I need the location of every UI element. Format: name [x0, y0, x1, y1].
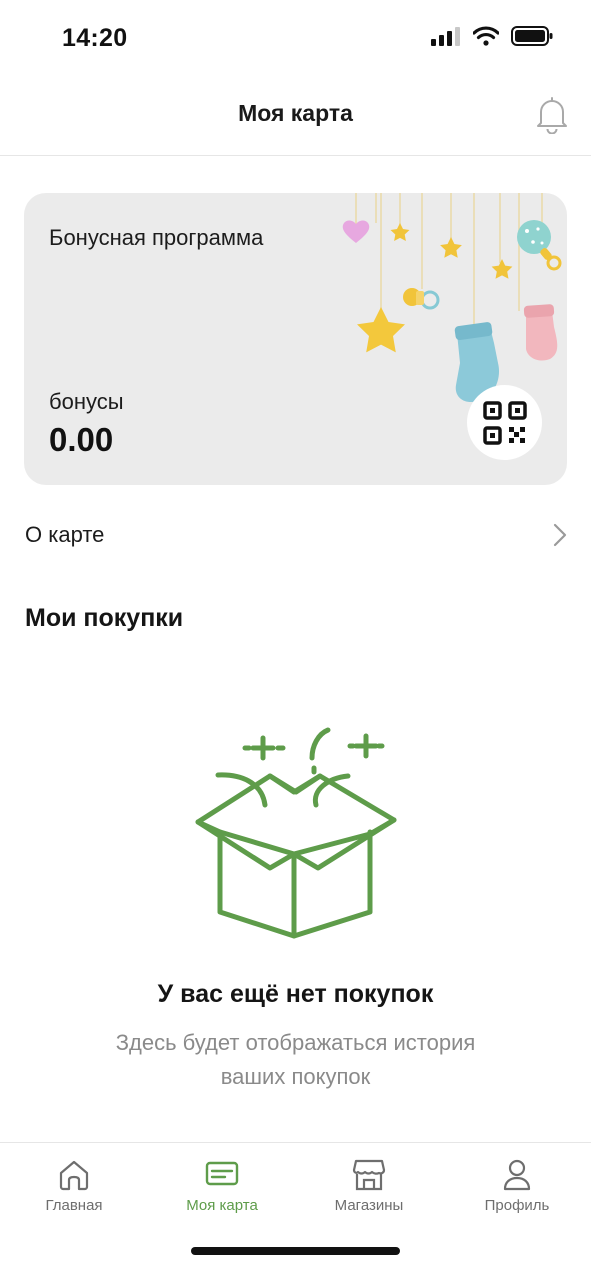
- profile-icon: [503, 1159, 531, 1191]
- bonus-card[interactable]: Бонусная программа бонусы 0.00: [24, 193, 567, 485]
- home-indicator: [191, 1247, 400, 1255]
- empty-state-title: У вас ещё нет покупок: [157, 980, 434, 1008]
- tab-stores-label: Магазины: [334, 1197, 404, 1214]
- open-box-icon: [195, 727, 397, 939]
- tab-home[interactable]: Главная: [9, 1157, 139, 1227]
- home-icon: [59, 1160, 89, 1191]
- tab-profile-label: Профиль: [484, 1197, 550, 1214]
- bell-icon[interactable]: [535, 96, 569, 134]
- qr-code-icon: [482, 400, 527, 445]
- tab-stores[interactable]: Магазины: [304, 1157, 434, 1227]
- battery-icon: [511, 26, 553, 46]
- chevron-right-icon: [553, 523, 567, 547]
- page-title: Моя карта: [238, 100, 353, 126]
- wifi-icon: [473, 26, 499, 46]
- card-icon: [205, 1161, 239, 1186]
- store-icon: [352, 1159, 386, 1191]
- status-bar: 14:20: [0, 0, 591, 78]
- signal-icon: [431, 27, 460, 46]
- about-card-label: О карте: [25, 522, 105, 547]
- tab-my-card-label: Моя карта: [186, 1197, 258, 1214]
- status-icons: [431, 26, 553, 46]
- tab-bar: Главная Моя карта Магазины Профиль: [0, 1142, 591, 1280]
- status-time: 14:20: [62, 24, 128, 52]
- empty-state-subtitle: Здесь будет отображаться история ваших п…: [115, 1030, 476, 1089]
- about-card-row[interactable]: О карте: [0, 506, 591, 562]
- tab-home-label: Главная: [45, 1197, 103, 1214]
- card-title: Бонусная программа: [49, 225, 264, 250]
- qr-button[interactable]: [467, 385, 542, 460]
- purchases-title: Мои покупки: [25, 604, 184, 632]
- bonus-value: 0.00: [49, 421, 114, 458]
- bonus-label: бонусы: [49, 389, 124, 414]
- app-header: Моя карта: [0, 78, 591, 156]
- tab-my-card[interactable]: Моя карта: [157, 1157, 287, 1227]
- tab-profile[interactable]: Профиль: [452, 1157, 582, 1227]
